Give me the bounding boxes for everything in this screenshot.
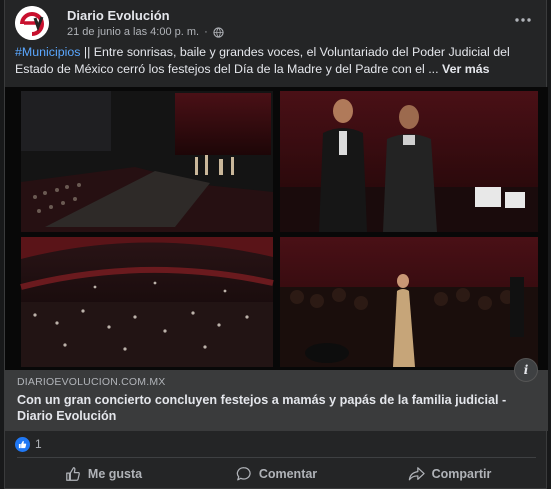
more-options-icon — [515, 18, 531, 22]
info-icon[interactable]: i — [514, 358, 538, 382]
like-button[interactable]: Me gusta — [17, 460, 190, 488]
share-button[interactable]: Compartir — [363, 460, 536, 488]
actions-divider — [17, 457, 536, 458]
comment-button[interactable]: Comentar — [190, 460, 363, 488]
reaction-count: 1 — [35, 437, 42, 451]
like-reaction-icon — [15, 436, 30, 452]
post-card: Diario Evolución 21 de junio a las 4:00 … — [4, 0, 548, 489]
more-options-button[interactable] — [512, 10, 534, 30]
link-title[interactable]: Con un gran concierto concluyen festejos… — [17, 392, 537, 424]
post-body: || Entre sonrisas, baile y grandes voces… — [15, 45, 510, 76]
page-name-link[interactable]: Diario Evolución — [67, 8, 170, 23]
post-timestamp[interactable]: 21 de junio a las 4:00 p. m. — [67, 26, 199, 38]
thumbs-up-icon — [66, 467, 80, 481]
page-avatar[interactable] — [15, 6, 49, 40]
photo-collage[interactable] — [5, 87, 548, 370]
post-meta: 21 de junio a las 4:00 p. m. · — [67, 26, 224, 38]
post-actions-bar: Me gusta Comentar Compartir — [17, 460, 536, 488]
post-header: Diario Evolución 21 de junio a las 4:00 … — [5, 0, 546, 44]
like-label: Me gusta — [87, 467, 143, 481]
photo-collage-image — [5, 87, 548, 370]
see-more-link[interactable]: Ver más — [442, 62, 490, 76]
comment-bubble-icon — [236, 467, 251, 481]
hashtag-link[interactable]: #Municipios — [15, 45, 80, 59]
share-label: Compartir — [431, 467, 492, 481]
comment-label: Comentar — [258, 467, 318, 481]
photo-theatre-stage — [21, 91, 273, 232]
share-arrow-icon — [408, 467, 425, 481]
reactions-summary[interactable]: 1 — [15, 435, 42, 453]
link-preview[interactable]: i DIARIOEVOLUCION.COM.MX Con un gran con… — [5, 358, 548, 431]
globe-icon — [213, 26, 224, 38]
post-text: #Municipios || Entre sonrisas, baile y g… — [15, 44, 537, 78]
meta-separator: · — [204, 26, 208, 38]
link-domain: DIARIOEVOLUCION.COM.MX — [17, 376, 166, 388]
photo-audience — [20, 237, 274, 367]
photo-two-singers — [280, 91, 538, 232]
diario-evolucion-logo-icon — [15, 6, 49, 40]
photo-orchestra-soprano — [280, 237, 538, 367]
